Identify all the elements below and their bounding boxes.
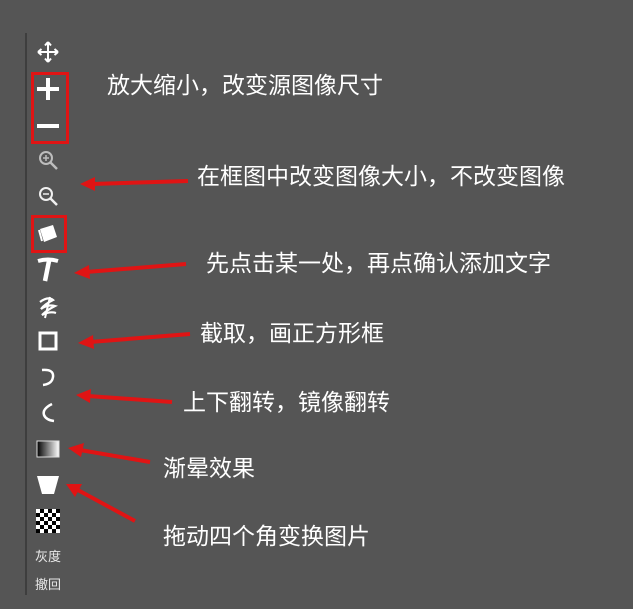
arrow-gradient [79, 448, 151, 464]
arrow-text-head [74, 265, 90, 279]
arrow-crop [89, 332, 191, 344]
arrow-crop-head [78, 335, 94, 349]
arrow-magnify [91, 179, 189, 186]
crop-note: 截取，画正方形框 [200, 321, 384, 347]
zoom-note: 放大缩小，改变源图像尺寸 [107, 73, 383, 99]
arrow-flip-head [76, 389, 91, 403]
arrow-flip [87, 394, 173, 404]
text-note: 先点击某一处，再点确认添加文字 [206, 251, 551, 277]
arrow-gradient-head [68, 443, 84, 457]
flip-note: 上下翻转，镜像翻转 [183, 390, 390, 416]
arrow-transform [75, 487, 136, 523]
arrow-text [85, 262, 187, 274]
frame-zoom-note: 在框图中改变图像大小，不改变图像 [197, 164, 565, 190]
gradient-note: 渐晕效果 [163, 456, 255, 482]
transform-note: 拖动四个角变换图片 [163, 524, 370, 550]
arrow-magnify-head [80, 177, 95, 191]
